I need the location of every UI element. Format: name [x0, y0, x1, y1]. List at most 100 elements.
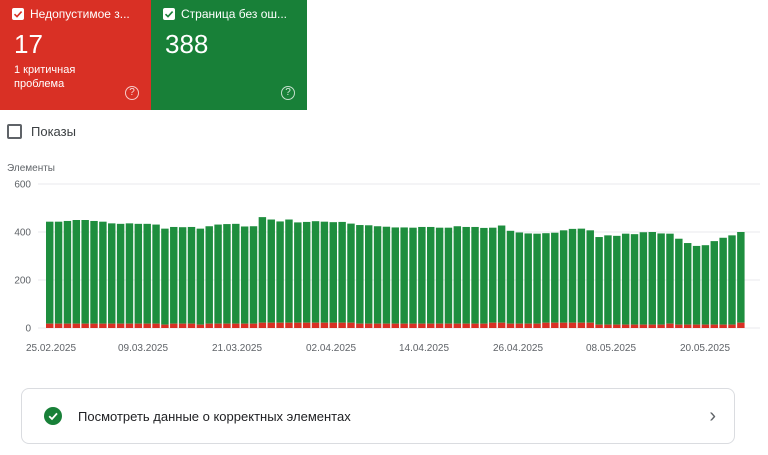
bar-invalid: [63, 323, 72, 328]
bar-invalid: [391, 323, 400, 328]
x-tick-label: 25.02.2025: [26, 343, 76, 354]
valid-count: 388: [165, 29, 209, 59]
bar-valid: [737, 232, 745, 323]
bar-valid: [471, 226, 479, 324]
bar-valid: [90, 220, 98, 324]
bar-invalid: [81, 323, 89, 328]
bar-invalid: [639, 324, 648, 328]
bar-valid: [710, 241, 718, 325]
bar-valid: [356, 225, 364, 324]
bar-invalid: [134, 323, 143, 328]
bar-invalid: [675, 324, 683, 328]
bar-valid: [400, 227, 408, 324]
x-tick-label: 20.05.2025: [680, 343, 730, 354]
x-tick-label: 26.04.2025: [493, 343, 543, 354]
bar-valid: [728, 235, 736, 325]
bar-valid: [551, 232, 559, 323]
bar-valid: [302, 221, 311, 323]
bar-invalid: [90, 323, 98, 328]
bar-invalid: [515, 323, 524, 328]
shows-toggle[interactable]: Показы: [7, 124, 76, 139]
bar-invalid: [586, 322, 594, 328]
bar-valid: [462, 226, 470, 324]
bar-valid: [577, 228, 586, 323]
checkbox-checked-icon[interactable]: [163, 8, 175, 20]
bar-invalid: [382, 323, 391, 328]
bar-valid: [232, 223, 240, 324]
bar-invalid: [621, 324, 630, 328]
bar-valid: [311, 221, 320, 323]
bar-valid: [373, 226, 382, 324]
y-tick-label: 600: [14, 180, 31, 191]
bar-invalid: [719, 324, 727, 328]
bar-invalid: [320, 322, 329, 328]
bar-invalid: [568, 322, 577, 328]
bar-valid: [99, 221, 107, 324]
checkbox-unchecked-icon[interactable]: [7, 124, 22, 139]
bar-invalid: [630, 324, 639, 328]
bar-invalid: [338, 322, 346, 328]
bar-invalid: [444, 323, 453, 328]
bar-valid: [125, 223, 134, 324]
bar-invalid: [409, 323, 417, 328]
bar-invalid: [427, 323, 435, 328]
help-icon[interactable]: ?: [281, 86, 295, 100]
bar-invalid: [418, 323, 426, 328]
bar-valid: [613, 235, 621, 325]
bar-valid: [683, 243, 692, 325]
bar-valid: [143, 223, 151, 324]
view-valid-items-link[interactable]: Посмотреть данные о корректных элементах…: [21, 388, 735, 444]
bar-invalid: [258, 322, 267, 328]
bar-invalid: [524, 323, 532, 328]
bar-valid: [524, 233, 532, 324]
valid-status-card[interactable]: Страница без ош... 388 ?: [151, 0, 307, 110]
bar-valid: [81, 220, 89, 324]
bar-valid: [276, 221, 284, 323]
bar-valid: [586, 230, 594, 323]
bar-valid: [568, 228, 577, 323]
bar-invalid: [347, 322, 355, 328]
bar-invalid: [471, 323, 479, 328]
bar-invalid: [489, 322, 497, 328]
bar-invalid: [178, 323, 187, 328]
bar-valid: [657, 233, 665, 325]
bar-valid: [542, 233, 550, 323]
bar-invalid: [480, 323, 488, 328]
invalid-status-card[interactable]: Недопустимое з... 17 1 критичная проблем…: [0, 0, 151, 110]
x-tick-label: 09.03.2025: [118, 343, 168, 354]
bar-invalid: [497, 322, 506, 328]
bar-invalid: [249, 323, 258, 328]
y-tick-label: 0: [25, 324, 31, 335]
bar-valid: [161, 228, 169, 325]
bar-invalid: [373, 323, 382, 328]
bar-valid: [258, 217, 267, 323]
x-tick-label: 08.05.2025: [586, 343, 636, 354]
bar-valid: [391, 227, 400, 324]
bar-invalid: [701, 324, 710, 328]
bar-invalid: [187, 323, 196, 328]
bar-valid: [187, 226, 196, 324]
bar-invalid: [240, 323, 249, 328]
help-icon[interactable]: ?: [125, 86, 139, 100]
invalid-count: 17: [14, 29, 43, 59]
bar-valid: [152, 224, 160, 324]
bar-invalid: [462, 323, 470, 328]
bar-valid: [178, 227, 187, 324]
x-tick-label: 21.03.2025: [212, 343, 262, 354]
bar-valid: [205, 226, 213, 324]
bar-valid: [648, 232, 656, 325]
bar-valid: [214, 224, 222, 324]
bar-valid: [427, 226, 435, 324]
bar-valid: [621, 233, 630, 325]
checkbox-checked-icon[interactable]: [12, 8, 24, 20]
bar-invalid: [99, 323, 107, 328]
critical-issue-text: 1 критичная проблема: [14, 64, 76, 90]
bar-invalid: [692, 324, 701, 328]
bar-valid: [347, 223, 355, 323]
bar-valid: [497, 225, 506, 323]
bar-valid: [116, 223, 125, 324]
bar-invalid: [196, 324, 205, 328]
bar-invalid: [364, 323, 373, 328]
x-tick-label: 14.04.2025: [399, 343, 449, 354]
invalid-card-label: Недопустимое з...: [30, 7, 130, 21]
